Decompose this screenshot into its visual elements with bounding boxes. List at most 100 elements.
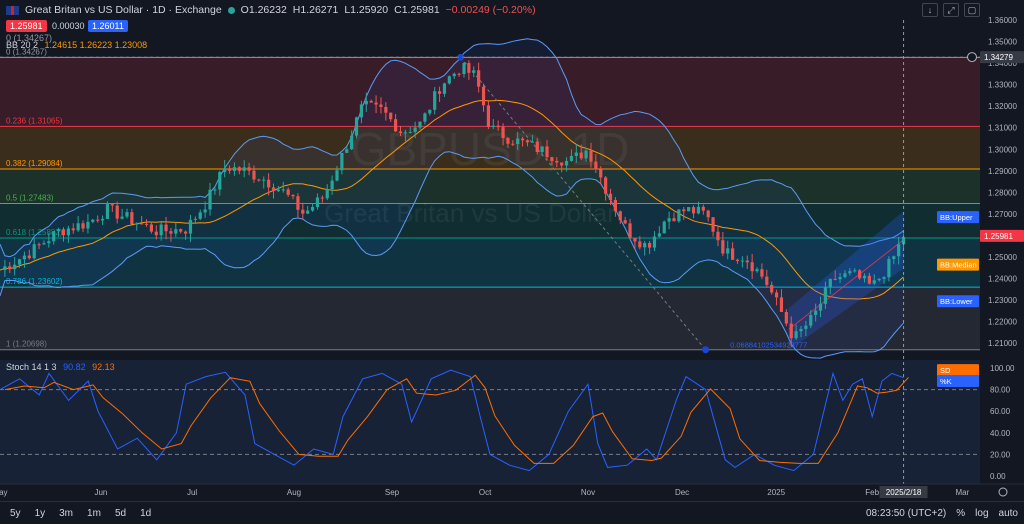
candle-body [618, 211, 622, 221]
candle-body [652, 236, 657, 248]
candle-body [115, 205, 119, 219]
candle-body [555, 160, 559, 163]
candle-body [457, 73, 461, 75]
candle-body [877, 278, 881, 281]
candle-body [394, 119, 398, 132]
stoch-legend[interactable]: Stoch 14 1 3 90.82 92.13 [6, 362, 115, 372]
range-1d[interactable]: 1d [140, 508, 151, 519]
candle-body [740, 260, 744, 262]
range-1y[interactable]: 1y [35, 508, 46, 519]
candle-body [496, 125, 500, 128]
price-tick: 1.31000 [988, 124, 1017, 133]
stoch-tick: 20.00 [990, 450, 1011, 459]
candle-body [281, 189, 285, 191]
chart-canvas[interactable]: 0 (1.34267)0.236 (1.31065)0.382 (1.29084… [0, 0, 1024, 524]
symbol-title[interactable]: Great Britan vs US Dollar · 1D · Exchang… [25, 4, 222, 16]
stoch-tick: 100.00 [990, 364, 1015, 373]
candle-body [511, 143, 515, 145]
candle-body [447, 76, 451, 84]
bid-button[interactable]: 1.25981 [6, 20, 47, 32]
candle-body [564, 160, 569, 166]
candle-body [66, 228, 70, 236]
auto-toggle[interactable]: auto [999, 508, 1018, 519]
price-tick: 1.21000 [988, 339, 1017, 348]
candle-body [623, 220, 627, 224]
candle-body [374, 102, 378, 105]
candle-body [105, 204, 110, 219]
candle-body [403, 132, 407, 134]
stoch-tick: 60.00 [990, 407, 1011, 416]
stoch-tick: 80.00 [990, 386, 1011, 395]
candle-body [408, 132, 412, 134]
fullscreen-icon[interactable]: ▢ [964, 3, 980, 17]
candle-body [359, 104, 364, 118]
price-tick: 1.23000 [988, 296, 1017, 305]
range-5d[interactable]: 5d [115, 508, 126, 519]
stoch-title: Stoch 14 1 3 [6, 362, 57, 372]
range-1m[interactable]: 1m [87, 508, 101, 519]
candle-body [325, 189, 329, 199]
candle-body [672, 218, 676, 222]
candle-body [291, 194, 295, 197]
ask-button[interactable]: 1.26011 [88, 20, 128, 32]
candle-body [828, 278, 832, 288]
bb-upper-tag: BB:Upper [940, 213, 973, 222]
candle-body [169, 231, 173, 234]
range-3m[interactable]: 3m [59, 508, 73, 519]
bottom-toolbar: 5y 1y 3m 1m 5d 1d 08:23:50 (UTC+2) % log… [0, 501, 1024, 524]
candle-body [574, 152, 578, 156]
candle-body [3, 266, 7, 271]
fib-label: 0.236 (1.31065) [6, 116, 63, 125]
candle-body [257, 179, 261, 181]
candle-body [320, 197, 324, 199]
candle-body [892, 256, 896, 260]
candle-body [452, 73, 456, 77]
candle-body [760, 269, 764, 277]
candle-body [545, 146, 549, 158]
candle-body [809, 315, 813, 326]
time-tick: 2025 [767, 488, 785, 497]
price-tick: 1.24000 [988, 275, 1017, 284]
current-price-label: 1.25981 [984, 232, 1013, 241]
candle-body [350, 135, 354, 150]
candle-body [535, 141, 539, 153]
time-tick: Jun [94, 488, 107, 497]
candle-body [306, 210, 310, 214]
log-toggle[interactable]: log [975, 508, 988, 519]
time-tick: Sep [385, 488, 400, 497]
time-cursor-label: 2025/2/18 [886, 488, 922, 497]
candle-body [17, 259, 22, 265]
candle-body [506, 137, 510, 144]
candle-body [897, 244, 901, 257]
candle-body [696, 206, 701, 214]
candle-body [770, 284, 774, 293]
ohlc-change: −0.00249 (−0.20%) [445, 4, 536, 16]
candle-body [872, 280, 876, 284]
fib-label: 1 (1.20698) [6, 340, 47, 349]
price-tick: 1.28000 [988, 188, 1017, 197]
candle-body [491, 125, 495, 127]
expand-icon[interactable]: ⤢ [943, 3, 959, 17]
time-tick: Jul [187, 488, 197, 497]
candle-body [71, 228, 75, 231]
range-5y[interactable]: 5y [10, 508, 21, 519]
bb-legend[interactable]: BB 20 2 1.24615 1.26223 1.23008 [6, 40, 147, 50]
candle-body [731, 248, 735, 260]
candle-body [608, 193, 613, 201]
candle-body [823, 287, 828, 304]
price-tick: 1.22000 [988, 318, 1017, 327]
candle-body [848, 271, 852, 274]
candle-body [540, 146, 544, 153]
down-arrow-icon[interactable]: ↓ [922, 3, 938, 17]
candle-body [61, 229, 66, 236]
candle-body [530, 141, 534, 143]
chart-toolbar: ↓ ⤢ ▢ [922, 3, 980, 17]
candle-body [354, 117, 359, 136]
stoch-tick: 0.00 [990, 472, 1006, 481]
candle-body [799, 328, 803, 332]
percent-toggle[interactable]: % [956, 508, 965, 519]
ohlc-close: C1.25981 [394, 4, 440, 16]
candle-body [47, 241, 51, 244]
candle-body [560, 162, 564, 166]
add-alert-icon [967, 52, 977, 63]
